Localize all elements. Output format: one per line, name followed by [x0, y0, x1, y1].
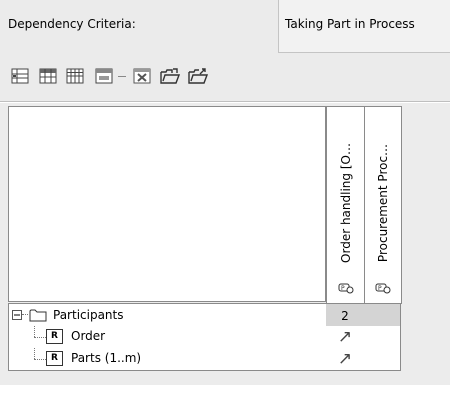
column-header-order-handling[interactable]: Order handling [O… P: [326, 106, 366, 304]
matrix-toolbar: [0, 54, 450, 102]
criteria-label: Dependency Criteria:: [8, 17, 136, 31]
table-icon[interactable]: [36, 64, 60, 88]
row-label: Parts (1..m): [71, 351, 142, 365]
cell-count: 2: [341, 308, 349, 323]
svg-text:P: P: [341, 285, 345, 292]
table-row[interactable]: R Parts (1..m) ↗: [8, 348, 401, 371]
collapse-icon[interactable]: [12, 309, 22, 323]
requirement-badge: R: [46, 329, 63, 344]
dependency-cell[interactable]: ↗: [326, 348, 365, 371]
dependency-icon[interactable]: [92, 64, 116, 88]
matrix-cell[interactable]: [364, 326, 401, 349]
row-header[interactable]: R Parts (1..m): [8, 348, 328, 371]
dependency-matrix: Order handling [O… P Procurement Proc… P…: [0, 103, 450, 385]
folder-icon: [29, 308, 47, 325]
column-header-procurement[interactable]: Procurement Proc… P: [364, 106, 402, 304]
requirement-badge: R: [46, 351, 63, 366]
row-label: Order: [71, 329, 106, 343]
dependency-arrow-icon: ↗: [337, 349, 353, 369]
process-icon: P: [338, 282, 354, 297]
process-icon: P: [375, 282, 391, 297]
dependency-cell[interactable]: ↗: [326, 326, 365, 349]
toolbar-separator: [118, 76, 126, 77]
table-row[interactable]: R Order ↗: [8, 326, 401, 349]
matrix-cell[interactable]: [364, 303, 401, 328]
criteria-row: Dependency Criteria: Taking Part in Proc…: [0, 0, 450, 54]
row-header[interactable]: Participants: [8, 303, 328, 328]
expand-rows-icon[interactable]: [8, 64, 32, 88]
table-row[interactable]: Participants 2: [8, 303, 401, 328]
matrix-cell[interactable]: [364, 348, 401, 371]
matrix-cell[interactable]: 2: [326, 303, 365, 328]
row-header[interactable]: R Order: [8, 326, 328, 349]
matrix-corner: [8, 106, 326, 302]
svg-text:P: P: [378, 285, 382, 292]
grid-icon[interactable]: [63, 64, 87, 88]
export-folder-icon[interactable]: [186, 64, 210, 88]
delete-icon[interactable]: [130, 64, 154, 88]
dependency-arrow-icon: ↗: [337, 327, 353, 347]
row-label: Participants: [53, 308, 124, 322]
bottom-strip: [0, 385, 450, 400]
open-folder-icon[interactable]: [158, 64, 182, 88]
column-label: Procurement Proc…: [376, 143, 390, 263]
criteria-value: Taking Part in Process: [285, 17, 415, 31]
criteria-dropdown[interactable]: Taking Part in Process: [278, 0, 450, 53]
column-label: Order handling [O…: [339, 143, 353, 263]
